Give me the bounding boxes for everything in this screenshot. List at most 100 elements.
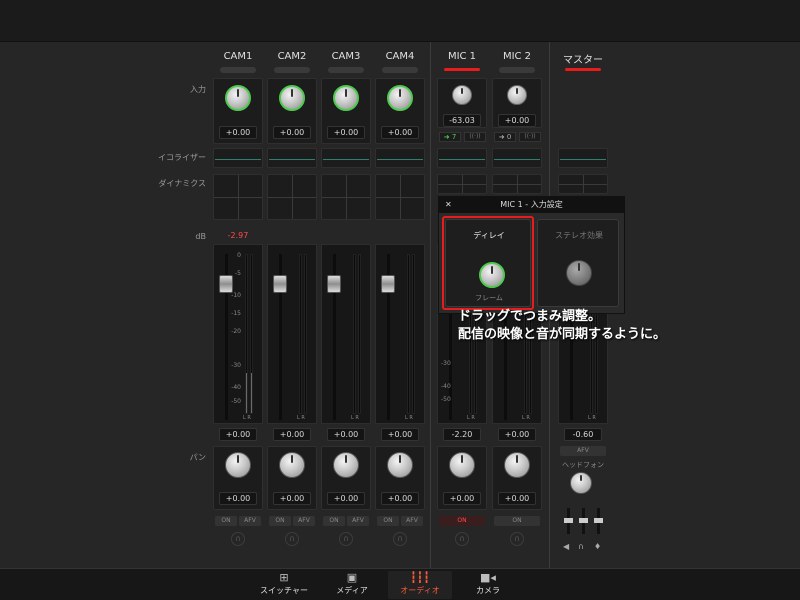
input-gain-knob[interactable] [387, 85, 413, 111]
popup-title: MIC 1 - 入力設定 [500, 200, 563, 209]
fader-scale-label: -5 [235, 270, 241, 277]
channel-select-button[interactable] [382, 67, 418, 73]
volume-fader[interactable] [219, 275, 233, 293]
input-gain-value[interactable]: +0.00 [219, 126, 257, 139]
top-bar [0, 0, 800, 42]
afv-button[interactable]: AFV [401, 516, 423, 526]
pan-knob[interactable] [387, 452, 413, 478]
pan-knob[interactable] [504, 452, 530, 478]
input-gain-value[interactable]: -63.03 [443, 114, 481, 127]
equalizer-cell[interactable] [558, 148, 608, 168]
pan-value[interactable]: +0.00 [273, 492, 311, 505]
dynamics-cell[interactable] [267, 174, 317, 220]
pan-knob[interactable] [279, 452, 305, 478]
channel-select-button[interactable] [220, 67, 256, 73]
fader-value[interactable]: +0.00 [381, 428, 419, 441]
input-gain-value[interactable]: +0.00 [381, 126, 419, 139]
volume-fader[interactable] [381, 275, 395, 293]
delay-button[interactable]: ➜ 0 [494, 132, 516, 142]
headphone-slider-handle[interactable] [579, 518, 588, 523]
selected-indicator [565, 68, 601, 71]
fader-value[interactable]: +0.00 [498, 428, 536, 441]
stereo-effect-icon[interactable]: ((·)) [519, 132, 541, 142]
equalizer-cell[interactable] [213, 148, 263, 168]
fader-value[interactable]: +0.00 [273, 428, 311, 441]
input-gain-knob[interactable] [333, 85, 359, 111]
tab-media[interactable]: ▣ メディア [320, 571, 384, 599]
row-label-equalizer: イコライザー [158, 153, 206, 162]
fader-scale-label: -15 [231, 310, 241, 317]
fader-well [267, 244, 317, 424]
pan-knob[interactable] [449, 452, 475, 478]
monitor-slider-handle[interactable] [564, 518, 573, 523]
delay-button[interactable]: ➜ 7 [439, 132, 461, 142]
stereo-effect-knob[interactable] [566, 260, 592, 286]
fader-value[interactable]: +0.00 [327, 428, 365, 441]
input-gain-knob[interactable] [452, 85, 472, 105]
master-afv-button[interactable]: AFV [560, 446, 606, 456]
arrow-right-icon: ➜ [443, 133, 450, 141]
input-gain-knob[interactable] [279, 85, 305, 111]
pan-value[interactable]: +0.00 [219, 492, 257, 505]
headphone-icon[interactable]: ∩ [231, 532, 245, 546]
on-button[interactable]: ON [494, 516, 540, 526]
on-button[interactable]: ON [377, 516, 399, 526]
on-button[interactable]: ON [439, 516, 485, 526]
equalizer-cell[interactable] [492, 148, 542, 168]
pan-value[interactable]: +0.00 [498, 492, 536, 505]
on-button[interactable]: ON [269, 516, 291, 526]
input-gain-value[interactable]: +0.00 [273, 126, 311, 139]
tab-switcher[interactable]: ⊞ スイッチャー [252, 571, 316, 599]
afv-button[interactable]: AFV [293, 516, 315, 526]
input-gain-value[interactable]: +0.00 [498, 114, 536, 127]
headphone-volume-knob[interactable] [570, 472, 592, 494]
afv-button[interactable]: AFV [239, 516, 261, 526]
afv-button[interactable]: AFV [347, 516, 369, 526]
channel-select-button[interactable] [499, 67, 535, 73]
pan-value[interactable]: +0.00 [381, 492, 419, 505]
pan-knob[interactable] [333, 452, 359, 478]
channel-strip-cam1: CAM1 +0.00 -2.97 L R +0.00 +0.00 ON AFV … [213, 42, 263, 568]
on-button[interactable]: ON [323, 516, 345, 526]
dynamics-cell[interactable] [321, 174, 371, 220]
master-fader-value[interactable]: -0.60 [564, 428, 602, 441]
headphone-icon[interactable]: ∩ [455, 532, 469, 546]
headphone-icon[interactable]: ∩ [339, 532, 353, 546]
input-gain-value[interactable]: +0.00 [327, 126, 365, 139]
input-gain-knob[interactable] [225, 85, 251, 111]
volume-fader[interactable] [273, 275, 287, 293]
channel-select-button[interactable] [274, 67, 310, 73]
on-button[interactable]: ON [215, 516, 237, 526]
close-icon[interactable]: ✕ [445, 197, 452, 213]
dynamics-cell[interactable] [437, 174, 487, 194]
dynamics-cell[interactable] [375, 174, 425, 220]
eq-curve [215, 159, 261, 160]
headphone-icon[interactable]: ∩ [393, 532, 407, 546]
meter-lr-label: L R [522, 415, 530, 421]
channel-select-button[interactable] [328, 67, 364, 73]
dynamics-cell[interactable] [213, 174, 263, 220]
equalizer-cell[interactable] [321, 148, 371, 168]
tab-audio[interactable]: ┇┇┇ オーディオ [388, 571, 452, 599]
channel-name: CAM3 [331, 51, 361, 62]
equalizer-cell[interactable] [437, 148, 487, 168]
fader-value[interactable]: +0.00 [219, 428, 257, 441]
equalizer-cell[interactable] [267, 148, 317, 168]
headphone-icon[interactable]: ∩ [285, 532, 299, 546]
eq-curve [269, 159, 315, 160]
input-gain-knob[interactable] [507, 85, 527, 105]
dynamics-cell[interactable] [492, 174, 542, 194]
fader-value[interactable]: -2.20 [443, 428, 481, 441]
pan-value[interactable]: +0.00 [443, 492, 481, 505]
stereo-effect-icon[interactable]: ((·)) [464, 132, 486, 142]
volume-fader[interactable] [327, 275, 341, 293]
tab-camera[interactable]: ■◂ カメラ [456, 571, 520, 599]
pan-knob[interactable] [225, 452, 251, 478]
pan-value[interactable]: +0.00 [327, 492, 365, 505]
equalizer-cell[interactable] [375, 148, 425, 168]
channel-strip-cam3: CAM3 +0.00 L R +0.00 +0.00 ON AFV ∩ [321, 42, 371, 568]
talkback-slider-handle[interactable] [594, 518, 603, 523]
headphone-icon[interactable]: ∩ [510, 532, 524, 546]
dynamics-cell[interactable] [558, 174, 608, 194]
selected-indicator [444, 68, 480, 71]
